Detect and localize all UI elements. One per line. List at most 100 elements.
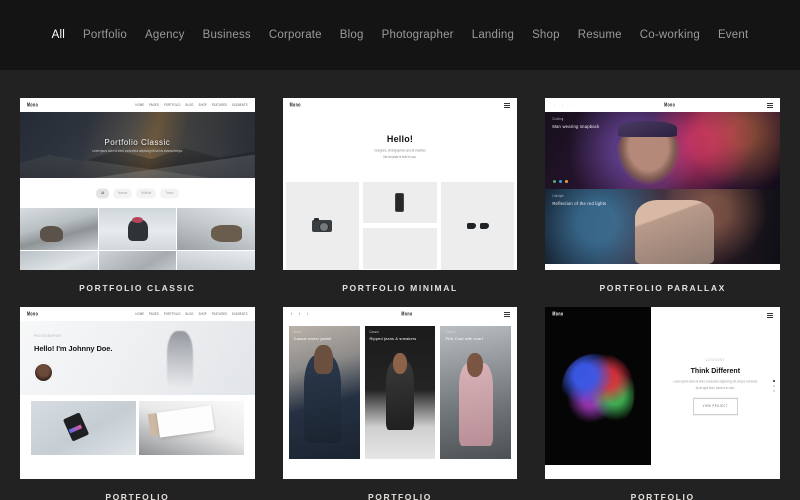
slide-title: Reflection of the red lights bbox=[552, 201, 607, 206]
template-card-portfolio-personal[interactable]: Mono HOME PAGES PORTFOLIO BLOG SHOP FEAT… bbox=[20, 307, 255, 500]
preview-logo: Mono bbox=[289, 102, 301, 108]
top-header: All Portfolio Agency Business Corporate … bbox=[0, 0, 800, 70]
preview-portfolio-split[interactable]: Mono CATEGORY Think Different Lorem ipsu… bbox=[545, 307, 780, 479]
fashion-thumb: Street Casual winter jacket bbox=[288, 326, 360, 459]
photo-thumb bbox=[98, 208, 177, 250]
instagram-icon: i bbox=[569, 103, 571, 107]
template-card-portfolio-parallax[interactable]: f t i Mono Clothing Man wearing snapback bbox=[545, 98, 780, 307]
nav-item-agency[interactable]: Agency bbox=[145, 29, 185, 41]
preview-menu-item: PORTFOLIO bbox=[163, 102, 181, 108]
project-title: Think Different bbox=[690, 368, 741, 376]
camera-icon bbox=[312, 218, 333, 232]
photo-thumb bbox=[20, 208, 98, 250]
split-text-panel: CATEGORY Think Different Lorem ipsum dol… bbox=[650, 307, 780, 465]
preview-logo: Mono bbox=[27, 102, 39, 108]
preview-menu-item: PORTFOLIO bbox=[163, 311, 181, 317]
nav-item-photographer[interactable]: Photographer bbox=[382, 29, 454, 41]
slide-tag: Street bbox=[293, 330, 302, 335]
slide-pager[interactable] bbox=[773, 380, 776, 392]
slide-dots bbox=[553, 180, 569, 183]
preview-navbar: Mono bbox=[282, 98, 518, 112]
hero-tag: PHOTOGRAPHER bbox=[34, 334, 62, 339]
card-title: PORTFOLIO bbox=[368, 492, 432, 500]
preview-menu-item: PAGES bbox=[149, 311, 159, 317]
twitter-icon: t bbox=[561, 103, 563, 107]
nav-item-co-working[interactable]: Co-working bbox=[640, 29, 700, 41]
slide-title: Casual winter jacket bbox=[293, 337, 332, 341]
hero-subtitle: Lorem ipsum dolor sit amet, consectetur … bbox=[92, 148, 183, 154]
personal-hero: PHOTOGRAPHER Hello! I'm Johnny Doe. bbox=[20, 321, 255, 395]
filter-pill-wildlife: Wildlife bbox=[136, 188, 157, 198]
nav-item-landing[interactable]: Landing bbox=[472, 29, 514, 41]
preview-menu-item: FEATURES bbox=[211, 102, 228, 108]
hero-subtitle: Designers, photographers and all creativ… bbox=[374, 148, 425, 162]
hero-subtitle-line2: this template is built for you. bbox=[383, 155, 417, 160]
pager-dot-3[interactable] bbox=[773, 390, 776, 392]
preview-portfolio-personal[interactable]: Mono HOME PAGES PORTFOLIO BLOG SHOP FEAT… bbox=[20, 307, 255, 479]
hamburger-menu-icon bbox=[767, 313, 774, 318]
nav-item-event[interactable]: Event bbox=[718, 29, 748, 41]
slide-caption: Lifestyle Reflection of the red lights bbox=[552, 194, 607, 206]
hero-title: Hello! I'm Johnny Doe. bbox=[34, 344, 113, 353]
preview-portfolio-fashion[interactable]: f t i Mono Street Casual winter jacket C… bbox=[282, 307, 518, 479]
template-card-portfolio-split[interactable]: Mono CATEGORY Think Different Lorem ipsu… bbox=[545, 307, 780, 500]
category-nav: All Portfolio Agency Business Corporate … bbox=[52, 29, 749, 41]
card-title: PORTFOLIO bbox=[630, 492, 695, 500]
preview-logo: Mono bbox=[664, 102, 676, 108]
photo-thumb bbox=[98, 251, 177, 270]
nav-item-corporate[interactable]: Corporate bbox=[269, 29, 322, 41]
hero-person-image bbox=[166, 331, 193, 387]
minimal-product-grid bbox=[282, 182, 518, 270]
facebook-icon: f bbox=[553, 103, 555, 107]
template-gallery: Mono HOME PAGES PORTFOLIO BLOG SHOP FEAT… bbox=[0, 70, 800, 500]
filter-pill-travel: Travel bbox=[160, 188, 179, 198]
slide-tag: Clothing bbox=[552, 117, 564, 122]
hero-subtitle-line1: Designers, photographers and all creativ… bbox=[374, 148, 426, 153]
slide-title: Pink Coat with scarf bbox=[445, 337, 483, 341]
split-layout: Mono CATEGORY Think Different Lorem ipsu… bbox=[545, 307, 780, 465]
pager-dot-2[interactable] bbox=[773, 385, 776, 387]
nav-item-resume[interactable]: Resume bbox=[578, 29, 622, 41]
product-cell-empty bbox=[363, 228, 437, 269]
twitter-icon: t bbox=[299, 312, 301, 316]
product-cell-phone bbox=[363, 182, 437, 223]
view-project-button[interactable]: VIEW PROJECT bbox=[692, 397, 738, 415]
slide-caption: Street Casual winter jacket bbox=[293, 330, 332, 341]
social-links: f t i bbox=[290, 312, 310, 316]
preview-menu-item: ELEMENTS bbox=[232, 311, 248, 317]
nav-item-business[interactable]: Business bbox=[203, 29, 251, 41]
slide-title: Man wearing snapback bbox=[552, 124, 600, 129]
preview-portfolio-parallax[interactable]: f t i Mono Clothing Man wearing snapback bbox=[545, 98, 780, 270]
nav-item-shop[interactable]: Shop bbox=[532, 29, 560, 41]
slide-tag: Lifestyle bbox=[552, 194, 564, 199]
nav-item-portfolio[interactable]: Portfolio bbox=[83, 29, 127, 41]
nav-item-blog[interactable]: Blog bbox=[340, 29, 364, 41]
avatar bbox=[34, 363, 53, 382]
fashion-thumb: Casual Ripped jeans & sneakers bbox=[364, 326, 436, 459]
slide-caption: Casual Ripped jeans & sneakers bbox=[370, 330, 417, 341]
template-card-portfolio-minimal[interactable]: Mono Hello! Designers, photographers and… bbox=[282, 98, 518, 307]
card-title: PORTFOLIO bbox=[105, 492, 170, 500]
split-image-panel: Mono bbox=[545, 307, 651, 465]
preview-menu-item: FEATURES bbox=[211, 311, 228, 317]
nav-item-all[interactable]: All bbox=[52, 29, 65, 41]
preview-logo: Mono bbox=[401, 311, 413, 317]
parallax-slide-1: Clothing Man wearing snapback bbox=[545, 112, 780, 189]
template-card-portfolio-classic[interactable]: Mono HOME PAGES PORTFOLIO BLOG SHOP FEAT… bbox=[20, 98, 255, 307]
pager-dot-1[interactable] bbox=[773, 380, 776, 382]
preview-menu-item: BLOG bbox=[185, 102, 194, 108]
preview-menu: HOME PAGES PORTFOLIO BLOG SHOP FEATURES … bbox=[136, 311, 248, 317]
preview-portfolio-classic[interactable]: Mono HOME PAGES PORTFOLIO BLOG SHOP FEAT… bbox=[20, 98, 255, 270]
card-title: PORTFOLIO PARALLAX bbox=[599, 283, 726, 293]
template-card-portfolio-fashion[interactable]: f t i Mono Street Casual winter jacket C… bbox=[282, 307, 518, 500]
preview-portfolio-minimal[interactable]: Mono Hello! Designers, photographers and… bbox=[282, 98, 518, 270]
card-title: PORTFOLIO CLASSIC bbox=[79, 283, 196, 293]
preview-navbar: f t i Mono bbox=[282, 307, 518, 321]
preview-menu-item: SHOP bbox=[198, 311, 207, 317]
phone-icon bbox=[395, 193, 405, 212]
fashion-grid: Street Casual winter jacket Casual Rippe… bbox=[282, 321, 518, 459]
neon-face-image bbox=[562, 354, 634, 428]
portfolio-filter-row: All Nature Wildlife Travel bbox=[20, 178, 255, 208]
hamburger-menu-icon bbox=[766, 102, 773, 108]
photo-thumb bbox=[177, 251, 255, 270]
